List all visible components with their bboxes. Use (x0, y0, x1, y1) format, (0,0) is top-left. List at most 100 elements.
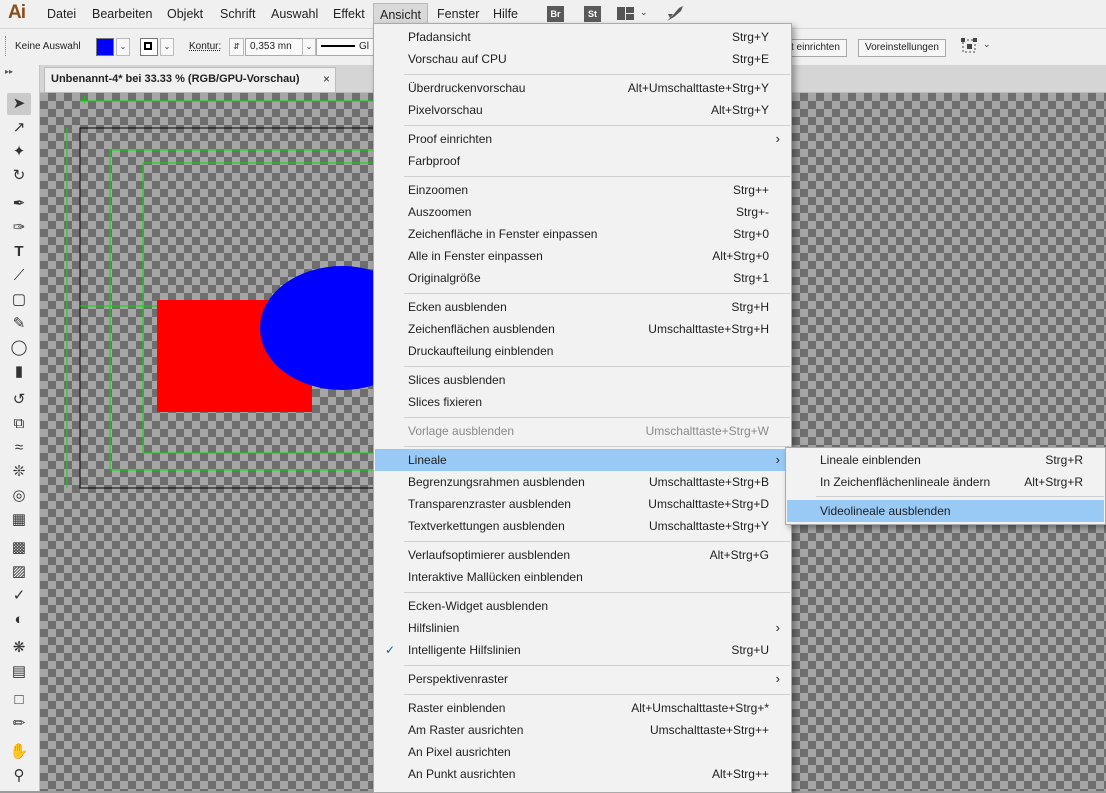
menu-item-alle-einpassen[interactable]: Alle in Fenster einpassen Alt+Strg+0 (375, 245, 790, 267)
direct-selection-tool-icon[interactable]: ↗ (7, 117, 31, 139)
close-icon[interactable]: × (323, 72, 330, 86)
menu-item-intelligente-hilfslinien[interactable]: ✓ Intelligente Hilfslinien Strg+U (375, 639, 790, 661)
grip-icon[interactable] (5, 36, 9, 56)
brush-definition-field[interactable]: Gl (316, 38, 380, 56)
mesh-tool-icon[interactable]: ▩ (7, 537, 31, 559)
menu-datei[interactable]: Datei (41, 0, 82, 28)
arrange-button[interactable]: t einrichten (785, 39, 847, 57)
panel-collapse-icon[interactable]: ▸▸ (5, 67, 13, 76)
menu-item-ecken-widget[interactable]: Ecken-Widget ausblenden (375, 595, 790, 617)
menu-schrift[interactable]: Schrift (214, 0, 261, 28)
menu-item-transparenzraster[interactable]: Transparenzraster ausblenden Umschalttast… (375, 493, 790, 515)
chevron-down-icon[interactable]: ⌄ (983, 39, 991, 50)
selection-tool-icon[interactable]: ➤ (7, 93, 31, 115)
submenu-arrow-icon: › (775, 131, 780, 146)
menu-item-vorlage-ausblenden: Vorlage ausblenden Umschalttaste+Strg+W (408, 424, 769, 438)
puppet-warp-icon[interactable] (960, 37, 978, 55)
menu-bearbeiten[interactable]: Bearbeiten (86, 0, 158, 28)
menu-item-auszoomen[interactable]: Auszoomen Strg+- (375, 201, 790, 223)
menu-item-raster-einblenden[interactable]: Raster einblenden Alt+Umschalttaste+Strg+… (375, 697, 790, 719)
menu-item-ueberdruckenvorschau[interactable]: Überdruckenvorschau Alt+Umschalttaste+Str… (375, 77, 790, 99)
puppet-warp-tool-icon[interactable]: ❊ (7, 461, 31, 483)
menu-item-pixelvorschau[interactable]: Pixelvorschau Alt+Strg+Y (375, 99, 790, 121)
menu-item-vorschau-cpu[interactable]: Vorschau auf CPU Strg+E (375, 48, 790, 70)
menu-item-hilfslinien[interactable]: Hilfslinien › (375, 617, 790, 639)
fill-dropdown[interactable]: ⌄ (116, 38, 130, 56)
fill-swatch[interactable] (96, 38, 114, 56)
stroke-weight-dropdown[interactable]: ⌄ (302, 38, 316, 56)
slice-tool-icon[interactable]: ✏ (7, 713, 31, 735)
artwork (66, 100, 380, 489)
line-tool-icon[interactable]: ⟋ (7, 265, 31, 287)
ruler-tick-mark: | (82, 96, 87, 105)
type-tool-icon[interactable]: T (7, 241, 31, 263)
perspective-grid-tool-icon[interactable]: ▦ (7, 509, 31, 531)
shaper-tool-icon[interactable]: ◯ (7, 337, 31, 359)
bridge-icon[interactable]: Br (547, 6, 564, 22)
submenu-item-lineale-einblenden[interactable]: Lineale einblenden Strg+R (787, 449, 1104, 471)
menu-item-farbproof[interactable]: Farbproof (375, 150, 790, 172)
stock-icon[interactable]: St (584, 6, 601, 22)
rotate-tool-icon[interactable]: ↺ (7, 389, 31, 411)
menu-item-an-pixel-ausrichten[interactable]: An Pixel ausrichten (375, 741, 790, 763)
shape-builder-tool-icon[interactable]: ◎ (7, 485, 31, 507)
hand-tool-icon[interactable]: ✋ (7, 741, 31, 763)
menu-separator (404, 293, 790, 294)
scale-tool-icon[interactable]: ⧉ (7, 413, 31, 435)
width-tool-icon[interactable]: ≈ (7, 437, 31, 459)
preferences-button[interactable]: Voreinstellungen (858, 39, 946, 57)
menu-item-verlaufsoptimierer[interactable]: Verlaufsoptimierer ausblenden Alt+Strg+G (375, 544, 790, 566)
menu-separator (404, 366, 790, 367)
menu-separator (816, 496, 1104, 497)
rocket-icon[interactable] (665, 5, 685, 23)
curvature-tool-icon[interactable]: ✑ (7, 217, 31, 239)
menu-item-slices-fixieren[interactable]: Slices fixieren (375, 391, 790, 413)
rectangle-tool-icon[interactable]: ▢ (7, 289, 31, 311)
menu-item-lineale[interactable]: Lineale › (375, 449, 790, 471)
menu-item-originalgroesse[interactable]: Originalgröße Strg+1 (375, 267, 790, 289)
menu-item-mallucken[interactable]: Interaktive Mallücken einblenden (375, 566, 790, 588)
symbol-sprayer-tool-icon[interactable]: ❋ (7, 637, 31, 659)
eyedropper-tool-icon[interactable]: ✓ (7, 585, 31, 607)
menu-item-textverkettungen[interactable]: Textverkettungen ausblenden Umschalttaste… (375, 515, 790, 537)
paintbrush-tool-icon[interactable]: ✎ (7, 313, 31, 335)
stroke-weight-field[interactable]: 0,353 mn (245, 38, 307, 56)
menu-auswahl[interactable]: Auswahl (265, 0, 324, 28)
menu-item-begrenzungsrahmen[interactable]: Begrenzungsrahmen ausblenden Umschalttast… (375, 471, 790, 493)
menu-item-zeichenflaechen-ausblenden[interactable]: Zeichenflächen ausblenden Umschalttaste+S… (375, 318, 790, 340)
ansicht-menu: Pfadansicht Strg+Y Vorschau auf CPU Strg+E… (373, 23, 792, 793)
menu-item-pfadansicht[interactable]: Pfadansicht Strg+Y (375, 26, 790, 48)
menu-item-zeichenflaeche-einpassen[interactable]: Zeichenfläche in Fenster einpassen Strg+0 (375, 223, 790, 245)
document-tab[interactable]: Unbenannt-4* bei 33.33 % (RGB/GPU-Vorsch… (44, 67, 336, 92)
menu-item-an-punkt-ausrichten[interactable]: An Punkt ausrichten Alt+Strg++ (375, 763, 790, 785)
menu-item-ecken-ausblenden[interactable]: Ecken ausblenden Strg+H (375, 296, 790, 318)
zoom-tool-icon[interactable]: ⚲ (7, 765, 31, 787)
magic-wand-tool-icon[interactable]: ✦ (7, 141, 31, 163)
lasso-tool-icon[interactable]: ↻ (7, 165, 31, 187)
workspace-layout-icon[interactable] (617, 7, 634, 20)
menu-separator (404, 74, 790, 75)
menu-item-einzoomen[interactable]: Einzoomen Strg++ (375, 179, 790, 201)
eraser-tool-icon[interactable]: ▮ (7, 361, 31, 383)
menu-item-am-raster-ausrichten[interactable]: Am Raster ausrichten Umschalttaste+Strg++ (375, 719, 790, 741)
stroke-dropdown[interactable]: ⌄ (160, 38, 174, 56)
menu-item-slices-ausblenden[interactable]: Slices ausblenden (375, 369, 790, 391)
gradient-tool-icon[interactable]: ▨ (7, 561, 31, 583)
checkmark-icon: ✓ (385, 643, 396, 657)
submenu-item-videolineale-ausblenden[interactable]: Videolineale ausblenden (787, 500, 1104, 522)
menu-objekt[interactable]: Objekt (161, 0, 209, 28)
stroke-label[interactable]: Kontur: (189, 41, 221, 52)
stroke-stepper[interactable]: ⇵ (229, 38, 244, 56)
submenu-item-zeichenflaechenlineale[interactable]: In Zeichenflächenlineale ändern Alt+Strg+… (787, 471, 1104, 493)
menu-item-druckaufteilung[interactable]: Druckaufteilung einblenden (375, 340, 790, 362)
pen-tool-icon[interactable]: ✒ (7, 193, 31, 215)
selection-label: Keine Auswahl (15, 41, 81, 52)
graph-tool-icon[interactable]: ▤ (7, 661, 31, 683)
artboard-tool-icon[interactable]: □ (7, 689, 31, 711)
stroke-swatch[interactable] (140, 38, 158, 56)
menu-item-proof-einrichten[interactable]: Proof einrichten › (375, 128, 790, 150)
menu-effekt[interactable]: Effekt (327, 0, 371, 28)
blend-tool-icon[interactable]: ◐ (7, 609, 31, 631)
chevron-down-icon[interactable]: ⌄ (640, 7, 648, 18)
menu-item-perspektivenraster[interactable]: Perspektivenraster › (375, 668, 790, 690)
